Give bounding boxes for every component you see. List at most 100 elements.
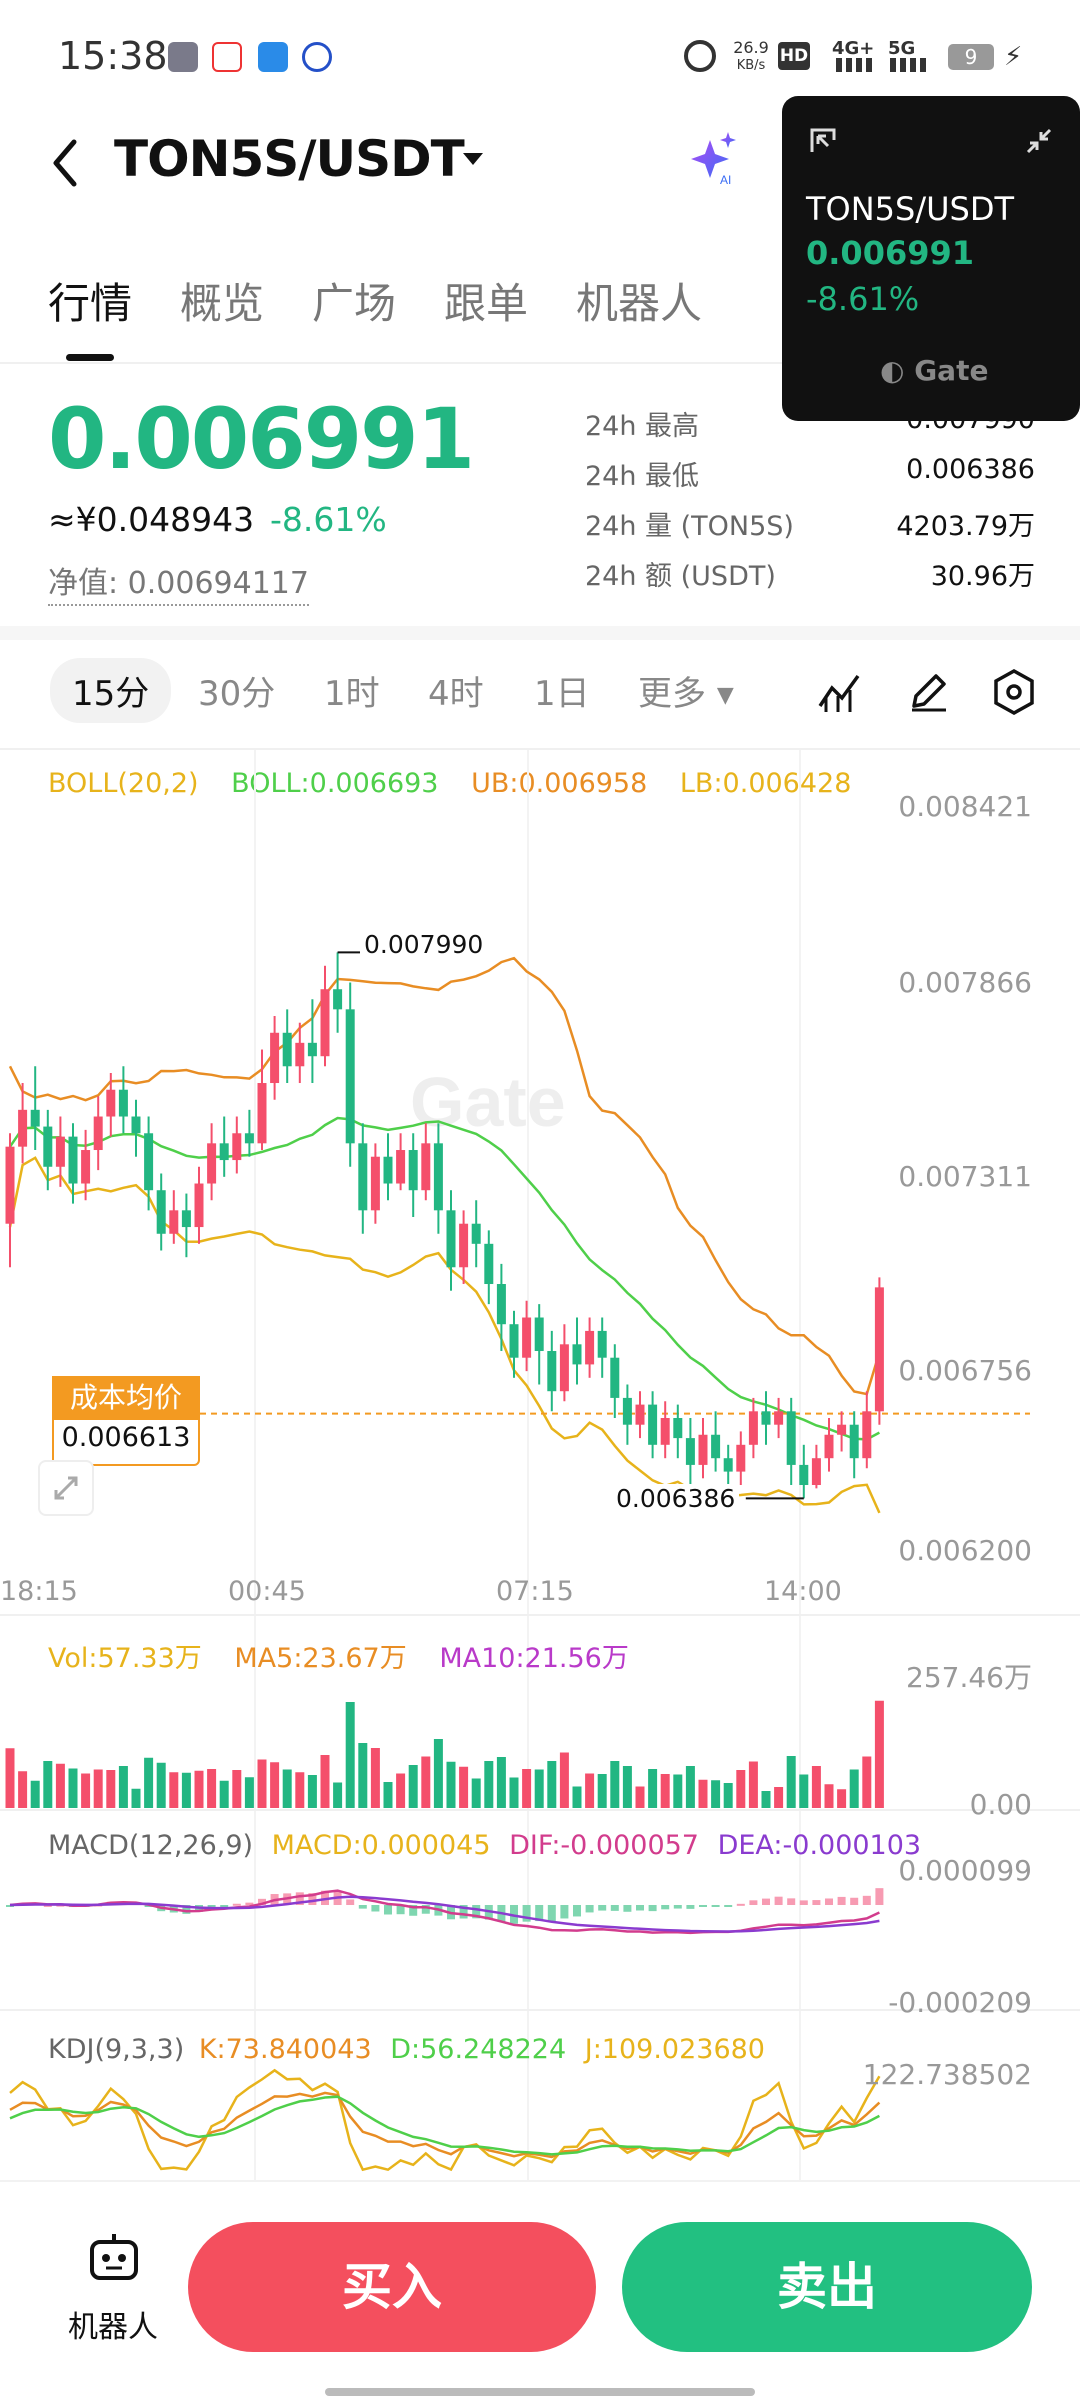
volume-bar xyxy=(295,1772,305,1808)
interval-15m[interactable]: 15分 xyxy=(50,658,172,723)
restore-window-icon[interactable] xyxy=(806,124,840,158)
volume-bar xyxy=(459,1766,469,1808)
volume-bar xyxy=(93,1769,103,1808)
candle-body xyxy=(648,1404,658,1445)
volume-bar xyxy=(534,1769,544,1808)
candle-body xyxy=(685,1438,695,1465)
sell-button[interactable]: 卖出 xyxy=(622,2222,1032,2352)
volume-bar xyxy=(219,1780,229,1808)
fullscreen-button[interactable] xyxy=(38,1460,94,1516)
candle-body xyxy=(131,1116,141,1134)
volume-bar xyxy=(106,1770,116,1808)
expand-icon xyxy=(54,1476,78,1500)
section-divider xyxy=(0,626,1080,640)
volume-bar xyxy=(446,1761,456,1808)
candle-body xyxy=(244,1133,254,1144)
candle-body xyxy=(874,1287,884,1412)
candle-body xyxy=(446,1210,456,1268)
interval-4h[interactable]: 4时 xyxy=(428,666,484,715)
macd-bar xyxy=(547,1905,556,1922)
volume-bar xyxy=(786,1756,796,1808)
volume-bar xyxy=(43,1761,53,1808)
volume-bar xyxy=(736,1770,746,1808)
volume-bar xyxy=(118,1766,128,1808)
robot-label[interactable]: 机器人 xyxy=(68,2302,158,2346)
tab-market[interactable]: 行情 xyxy=(48,270,132,331)
main-tabs: 行情 概览 广场 跟单 机器人 xyxy=(0,270,760,350)
tab-copy-trade[interactable]: 跟单 xyxy=(444,270,528,331)
indicator-icon[interactable] xyxy=(818,672,862,712)
floating-price-window[interactable]: TON5S/USDT 0.006991 -8.61% ◐ Gate xyxy=(782,96,1080,421)
interval-1h[interactable]: 1时 xyxy=(324,666,380,715)
net-value[interactable]: 净值: 0.00694117 xyxy=(48,558,309,606)
macd-bar xyxy=(812,1900,821,1905)
candle-body xyxy=(597,1330,607,1358)
hd-icon: HD xyxy=(778,42,810,70)
stat-volume: 24h 量 (TON5S) 4203.79万 xyxy=(585,511,1035,542)
candle-body xyxy=(748,1411,758,1445)
macd-bar xyxy=(232,1903,241,1906)
tab-bot[interactable]: 机器人 xyxy=(576,270,702,331)
volume-bar xyxy=(559,1752,569,1808)
time-axis-label: 00:45 xyxy=(228,1576,306,1607)
interval-1d[interactable]: 1日 xyxy=(534,666,590,715)
candle-body xyxy=(81,1150,91,1184)
volume-bar xyxy=(232,1770,242,1808)
candle-body xyxy=(761,1411,771,1425)
pair-dropdown-icon[interactable] xyxy=(463,153,483,165)
home-indicator xyxy=(325,2388,755,2396)
back-arrow-icon[interactable] xyxy=(50,138,80,188)
draw-pencil-icon[interactable] xyxy=(906,670,950,714)
candle-body xyxy=(421,1143,431,1191)
interval-30m[interactable]: 30分 xyxy=(198,666,275,715)
volume-bar xyxy=(547,1761,557,1808)
candle-body xyxy=(811,1458,821,1486)
volume-bar xyxy=(194,1770,204,1808)
candle-body xyxy=(270,1032,280,1084)
battery-icon: 9 xyxy=(948,44,994,70)
macd-bar xyxy=(585,1905,594,1913)
collapse-icon[interactable] xyxy=(1022,124,1056,158)
candle-body xyxy=(106,1089,116,1117)
interval-more[interactable]: 更多 ▼ xyxy=(638,666,734,715)
candle-body xyxy=(358,1143,368,1211)
macd-dea-line xyxy=(9,1895,880,1933)
buy-button[interactable]: 买入 xyxy=(188,2222,596,2352)
volume-bar xyxy=(333,1782,343,1808)
candle-body xyxy=(862,1411,872,1459)
candle-body xyxy=(673,1418,683,1439)
volume-bar xyxy=(282,1769,292,1808)
macd-bar xyxy=(573,1905,581,1917)
volume-bar xyxy=(496,1757,506,1808)
volume-bar xyxy=(685,1766,695,1808)
settings-hexagon-icon[interactable] xyxy=(992,668,1036,716)
charging-icon: ⚡ xyxy=(1004,42,1023,72)
volume-bar xyxy=(585,1773,595,1808)
candle-body xyxy=(118,1089,128,1117)
macd-bar xyxy=(862,1895,871,1905)
tab-square[interactable]: 广场 xyxy=(312,270,396,331)
volume-bar xyxy=(610,1761,620,1808)
macd-bar xyxy=(673,1905,682,1909)
candle-body xyxy=(799,1464,809,1486)
macd-bar xyxy=(648,1905,657,1912)
pair-title[interactable]: TON5S/USDT xyxy=(114,130,465,188)
signal-bars-icon xyxy=(836,58,876,72)
tab-overview[interactable]: 概览 xyxy=(180,270,264,331)
price-axis-label: 0.008421 xyxy=(898,790,1032,823)
tab-underline xyxy=(66,354,114,361)
kdj-j-line xyxy=(9,2068,881,2172)
volume-bar xyxy=(761,1791,771,1808)
ai-sparkle-icon[interactable]: AI xyxy=(690,130,740,186)
robot-icon[interactable] xyxy=(86,2232,142,2284)
time-axis-label: 18:15 xyxy=(0,1576,78,1607)
volume-bar xyxy=(81,1773,91,1808)
candle-body xyxy=(723,1458,733,1472)
legend-macd: MACD(12,26,9) MACD:0.000045 DIF:-0.00005… xyxy=(48,1830,922,1861)
volume-bar xyxy=(572,1786,582,1808)
candle-body xyxy=(622,1397,632,1425)
candle-body xyxy=(169,1210,179,1234)
macd-bar xyxy=(762,1898,770,1905)
candle-body xyxy=(295,1042,305,1067)
candle-body xyxy=(93,1116,103,1151)
